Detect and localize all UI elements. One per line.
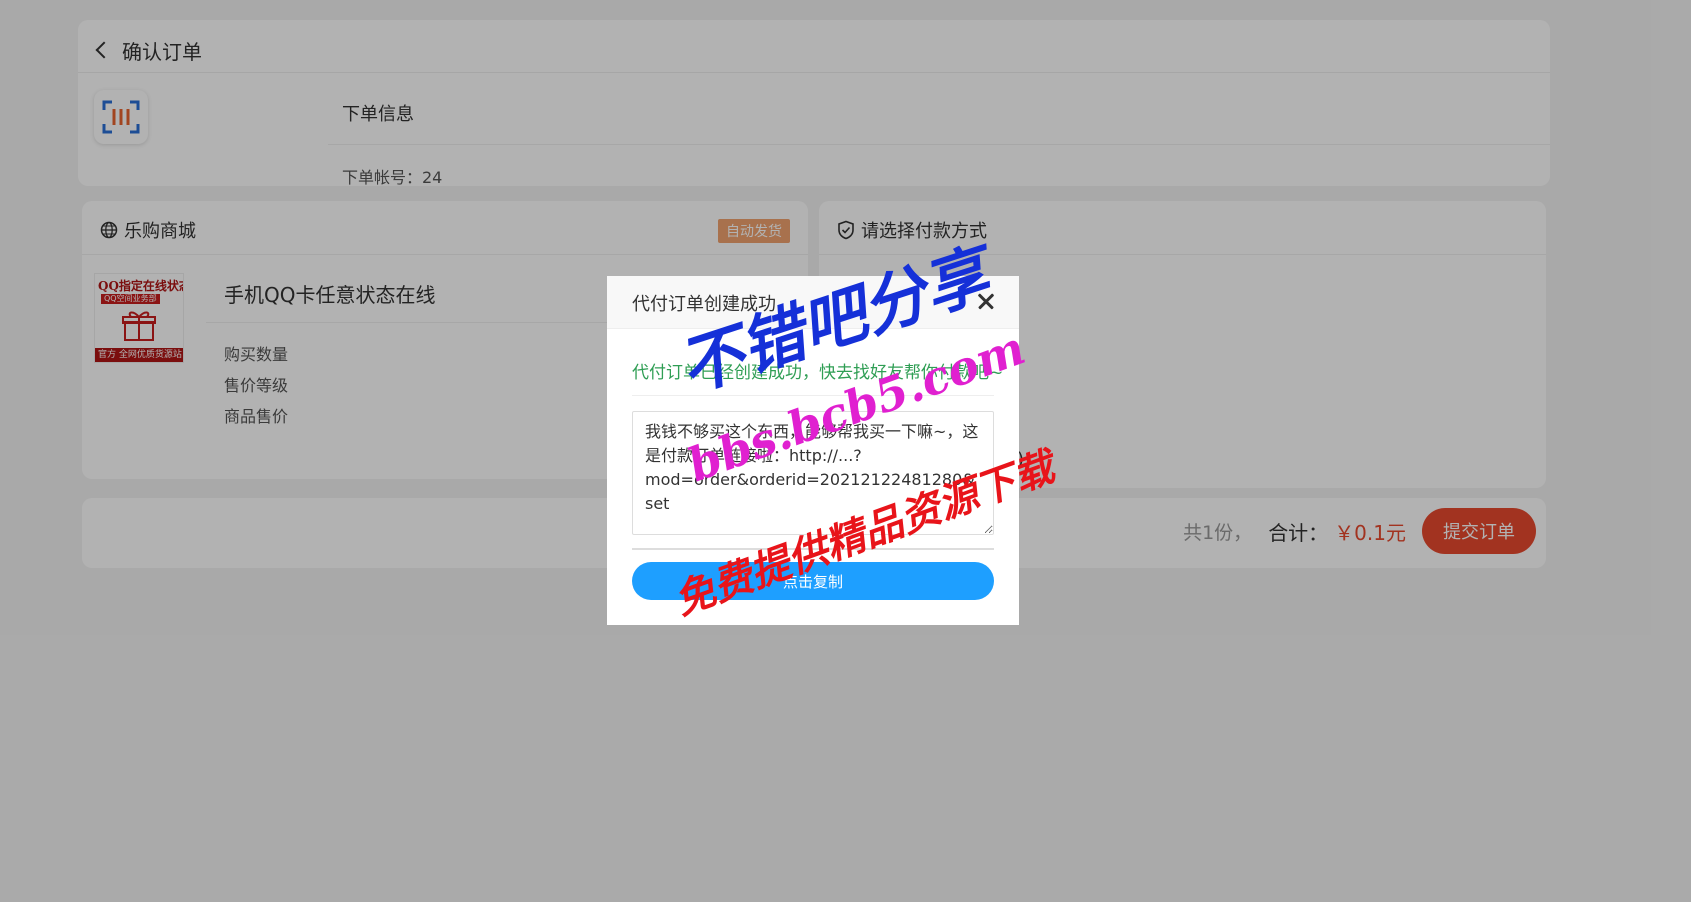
- dialog-title: 代付订单创建成功: [632, 294, 776, 315]
- copy-button[interactable]: 点击复制: [632, 562, 994, 600]
- dialog-message: 代付订单已经创建成功，快去找好友帮你付款吧~: [632, 363, 1004, 383]
- payment-link-textarea[interactable]: [632, 411, 994, 535]
- dialog-header: 代付订单创建成功: [607, 276, 1019, 329]
- divider: [632, 395, 994, 396]
- divider: [632, 548, 994, 550]
- close-icon[interactable]: [973, 288, 999, 314]
- proxy-pay-dialog: 代付订单创建成功 代付订单已经创建成功，快去找好友帮你付款吧~ 点击复制: [607, 276, 1019, 625]
